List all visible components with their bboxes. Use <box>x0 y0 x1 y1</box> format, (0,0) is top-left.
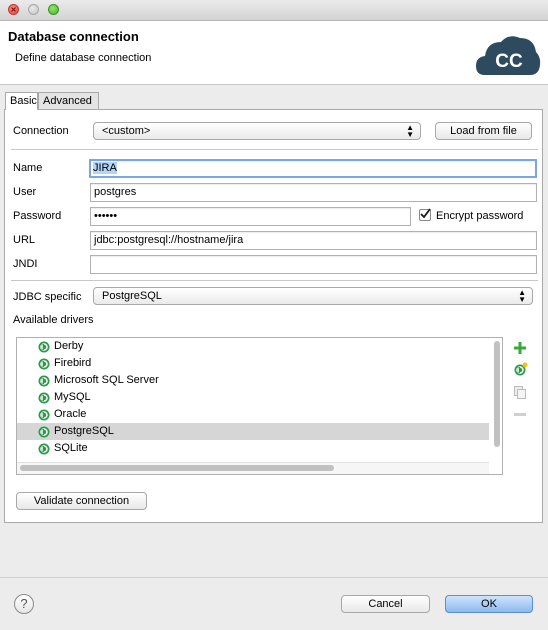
minimize-window-button[interactable] <box>28 4 39 15</box>
updown-arrow-icon: ▲ ▼ <box>406 123 414 139</box>
driver-icon <box>38 358 50 370</box>
updown-arrow-icon: ▲ ▼ <box>518 288 526 304</box>
jndi-label: JNDI <box>13 258 38 270</box>
copy-icon <box>514 386 526 399</box>
driver-name: Derby <box>54 340 84 352</box>
separator <box>11 280 538 281</box>
drivers-list[interactable]: Derby Firebird Microsoft SQL Server MySQ… <box>16 337 503 475</box>
remove-button[interactable] <box>513 408 527 425</box>
horizontal-scrollbar[interactable] <box>20 465 334 471</box>
driver-name: MySQL <box>54 391 91 403</box>
encrypt-password-checkbox[interactable] <box>419 208 431 221</box>
dialog-title: Database connection <box>8 29 139 44</box>
list-item[interactable]: Firebird <box>17 355 489 372</box>
list-item[interactable]: Derby <box>17 338 489 355</box>
available-drivers-label: Available drivers <box>13 314 94 326</box>
name-input[interactable]: JIRA <box>89 159 537 178</box>
close-icon <box>11 7 16 12</box>
list-item-selected[interactable]: PostgreSQL <box>17 423 489 440</box>
ok-button[interactable]: OK <box>445 595 533 613</box>
driver-icon <box>38 409 50 421</box>
logo-text: CC <box>495 51 523 72</box>
list-item[interactable]: Oracle <box>17 406 489 423</box>
copy-button[interactable] <box>513 385 527 402</box>
load-from-file-button[interactable]: Load from file <box>435 122 532 140</box>
connection-select-value: <custom> <box>102 125 151 137</box>
list-item[interactable]: Microsoft SQL Server <box>17 372 489 389</box>
jdbc-specific-value: PostgreSQL <box>102 290 162 302</box>
driver-name: Oracle <box>54 408 87 420</box>
driver-icon <box>38 341 50 353</box>
user-input[interactable]: postgres <box>90 183 537 202</box>
help-button[interactable]: ? <box>14 594 34 614</box>
url-input[interactable]: jdbc:postgresql://hostname/jira <box>90 231 537 250</box>
user-label: User <box>13 186 37 198</box>
name-input-value: JIRA <box>93 162 117 174</box>
add-button[interactable] <box>513 341 527 358</box>
driver-icon <box>38 426 50 438</box>
connection-select[interactable]: <custom> ▲ ▼ <box>93 122 421 140</box>
password-input[interactable]: •••••• <box>90 207 411 226</box>
dialog-header: Database connection Define database conn… <box>0 21 548 85</box>
footer-separator <box>0 577 548 578</box>
jdbc-specific-label: JDBC specific <box>13 291 82 303</box>
plus-icon <box>514 342 526 354</box>
driver-icon <box>38 443 50 455</box>
window-titlebar <box>0 0 548 21</box>
validate-connection-button[interactable]: Validate connection <box>16 492 147 510</box>
tab-advanced[interactable]: Advanced <box>38 92 99 109</box>
driver-name: PostgreSQL <box>54 425 114 437</box>
driver-icon <box>38 375 50 387</box>
add-driver-button[interactable] <box>513 362 528 380</box>
connection-label: Connection <box>13 125 69 137</box>
jndi-input[interactable] <box>90 255 537 274</box>
maximize-window-button[interactable] <box>48 4 59 15</box>
tab-basic[interactable]: Basic <box>5 92 38 110</box>
password-label: Password <box>13 210 62 222</box>
cancel-button[interactable]: Cancel <box>341 595 430 613</box>
driver-name: Firebird <box>54 357 92 369</box>
separator <box>11 149 538 150</box>
checkmark-icon <box>420 208 431 219</box>
name-label: Name <box>13 162 43 174</box>
url-label: URL <box>13 234 36 246</box>
vertical-scrollbar[interactable] <box>494 341 500 447</box>
help-icon: ? <box>20 596 28 611</box>
close-window-button[interactable] <box>8 4 19 15</box>
dialog-subtitle: Define database connection <box>15 52 152 64</box>
add-driver-icon <box>514 362 528 376</box>
jdbc-specific-select[interactable]: PostgreSQL ▲ ▼ <box>93 287 533 305</box>
list-item[interactable]: SQLite <box>17 440 489 457</box>
driver-name: SQLite <box>54 442 88 454</box>
driver-name: Microsoft SQL Server <box>54 374 159 386</box>
list-item[interactable]: MySQL <box>17 389 489 406</box>
encrypt-password-label: Encrypt password <box>436 210 524 222</box>
cloudconnect-logo: CC <box>475 33 541 80</box>
driver-icon <box>38 392 50 404</box>
minus-icon <box>514 413 526 416</box>
